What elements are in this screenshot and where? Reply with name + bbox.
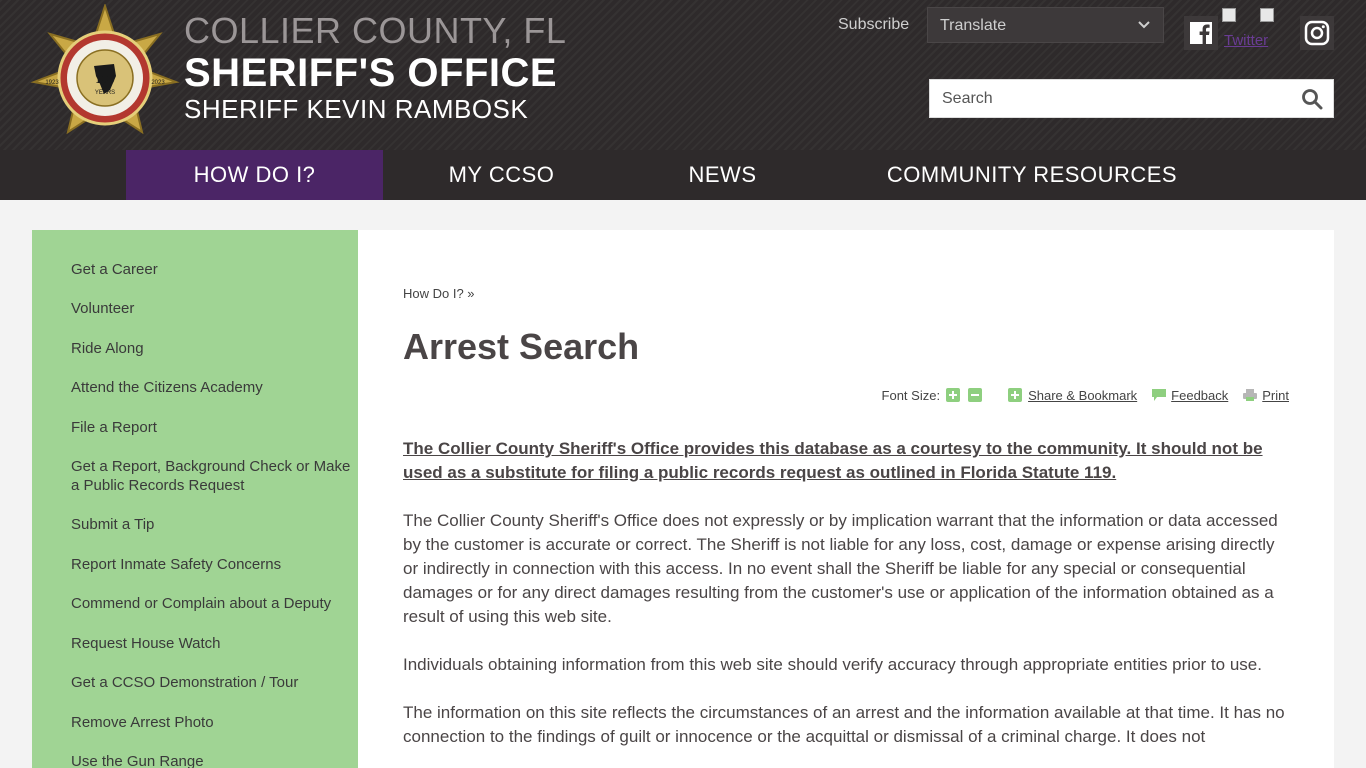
sidebar-item-file-a-report[interactable]: File a Report	[71, 418, 353, 437]
nav-news[interactable]: NEWS	[620, 150, 825, 200]
sidebar-item-volunteer[interactable]: Volunteer	[71, 299, 353, 318]
paragraph-warranty: The Collier County Sheriff's Office does…	[403, 511, 1278, 626]
paragraph-circumstances: The information on this site reflects th…	[403, 703, 1285, 746]
paragraph-verify: Individuals obtaining information from t…	[403, 655, 1262, 674]
nav-my-ccso[interactable]: MY CCSO	[383, 150, 620, 200]
sidebar-item-submit-a-tip[interactable]: Submit a Tip	[71, 515, 353, 534]
facebook-icon	[1190, 22, 1212, 44]
main-content: How Do I? » Arrest Search Font Size: Sha…	[358, 230, 1334, 768]
search-box	[929, 79, 1334, 118]
feedback-link[interactable]: Feedback	[1171, 388, 1228, 403]
badge-center-subtext: YEARS	[95, 90, 115, 96]
subscribe-link[interactable]: Subscribe	[838, 16, 909, 34]
sidebar-item-gun-range[interactable]: Use the Gun Range	[71, 752, 353, 768]
print-icon	[1243, 389, 1258, 401]
translate-label: Translate	[940, 17, 1007, 34]
nav-how-do-i[interactable]: HOW DO I?	[126, 150, 383, 200]
share-bookmark-link[interactable]: Share & Bookmark	[1028, 388, 1137, 403]
page-title: Arrest Search	[403, 326, 640, 367]
sidebar-item-commend-complain[interactable]: Commend or Complain about a Deputy	[71, 594, 353, 613]
chevron-down-icon	[1138, 21, 1150, 29]
search-input[interactable]	[930, 80, 1290, 117]
sidebar-item-get-a-career[interactable]: Get a Career	[71, 260, 353, 279]
badge-year-right: 2023	[151, 80, 165, 86]
disclaimer-lead[interactable]: The Collier County Sheriff's Office prov…	[403, 437, 1293, 485]
twitter-alt-text: Twitter	[1224, 32, 1269, 49]
broken-image-icon	[1260, 8, 1274, 22]
site-title-county[interactable]: COLLIER COUNTY, FL	[184, 10, 566, 52]
sidebar: Get a Career Volunteer Ride Along Attend…	[32, 230, 358, 768]
page-tools: Font Size: Share & Bookmark Feedback Pri…	[882, 385, 1289, 405]
translate-select[interactable]: Translate	[927, 7, 1164, 43]
font-increase-icon[interactable]	[946, 388, 961, 402]
page-body: The Collier County Sheriff's Office prov…	[403, 437, 1293, 768]
site-title-sheriff[interactable]: SHERIFF KEVIN RAMBOSK	[184, 94, 528, 125]
font-decrease-icon[interactable]	[968, 388, 983, 402]
breadcrumb[interactable]: How Do I? »	[403, 286, 475, 301]
sidebar-item-demonstration-tour[interactable]: Get a CCSO Demonstration / Tour	[71, 673, 353, 692]
sidebar-item-remove-arrest-photo[interactable]: Remove Arrest Photo	[71, 713, 353, 732]
search-icon[interactable]	[1301, 88, 1323, 110]
sheriff-badge-logo[interactable]: 100 YEARS 1923 2023	[30, 4, 180, 146]
site-header: 100 YEARS 1923 2023 COLLIER COUNTY, FL S…	[0, 0, 1366, 150]
main-nav: HOW DO I? MY CCSO NEWS COMMUNITY RESOURC…	[0, 150, 1366, 200]
print-link[interactable]: Print	[1262, 388, 1289, 403]
instagram-link[interactable]	[1300, 16, 1334, 50]
instagram-icon	[1304, 20, 1330, 46]
feedback-icon	[1152, 389, 1167, 401]
facebook-link[interactable]	[1184, 16, 1218, 50]
sidebar-item-get-a-report[interactable]: Get a Report, Background Check or Make a…	[71, 457, 353, 495]
share-icon	[1008, 388, 1023, 402]
site-title-office[interactable]: SHERIFF'S OFFICE	[184, 51, 557, 96]
sidebar-item-ride-along[interactable]: Ride Along	[71, 339, 353, 358]
twitter-link[interactable]: Twitter	[1222, 8, 1298, 50]
badge-center-text: 100	[95, 71, 115, 86]
broken-image-icon	[1222, 8, 1236, 22]
sidebar-item-house-watch[interactable]: Request House Watch	[71, 634, 353, 653]
font-size-label: Font Size:	[881, 387, 941, 403]
sidebar-item-citizens-academy[interactable]: Attend the Citizens Academy	[71, 378, 353, 397]
nav-community-resources[interactable]: COMMUNITY RESOURCES	[825, 150, 1239, 200]
badge-year-left: 1923	[45, 80, 59, 86]
sidebar-item-inmate-safety[interactable]: Report Inmate Safety Concerns	[71, 555, 353, 574]
